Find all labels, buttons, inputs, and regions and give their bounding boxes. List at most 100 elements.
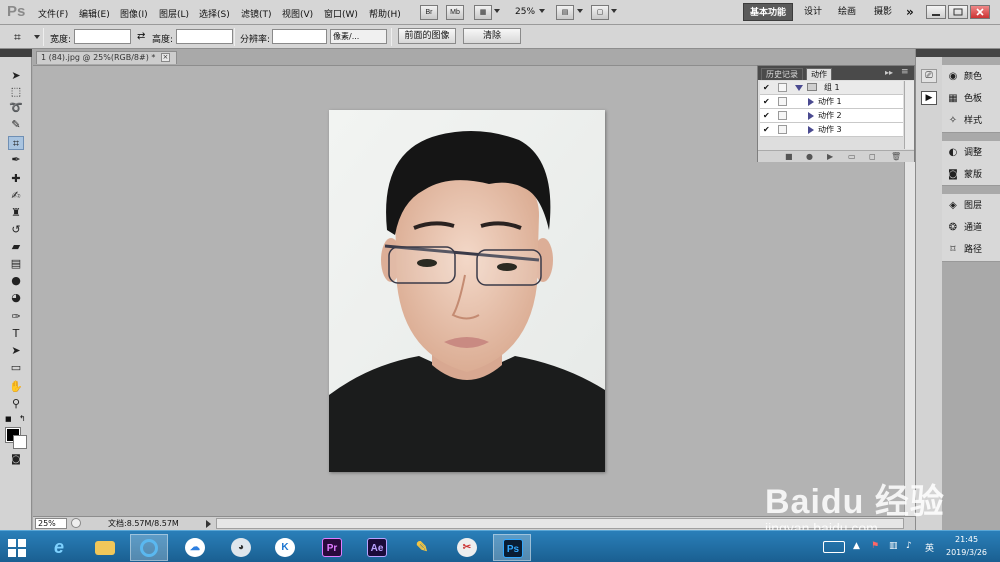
mini-bridge-button[interactable]: Mb [446,5,464,20]
dialog-toggle-box[interactable] [778,125,787,134]
check-icon[interactable]: ✔ [763,83,772,92]
healing-brush-tool-icon[interactable]: ✚ [8,172,24,186]
menu-filter[interactable]: 滤镜(T) [241,7,272,20]
menu-file[interactable]: 文件(F) [38,7,68,20]
panel-menu-icon[interactable]: ≡ [901,67,909,77]
width-input[interactable] [74,29,131,44]
windows-start-icon[interactable] [8,539,26,557]
dock-item-layers[interactable]: ◈ 图层 [947,198,982,214]
brush-tool-icon[interactable]: ✍ [8,189,24,203]
menu-view[interactable]: 视图(V) [282,7,313,20]
shape-tool-icon[interactable]: ▭ [8,361,24,375]
actions-scrollbar[interactable] [904,81,914,149]
dialog-toggle-box[interactable] [778,83,787,92]
taskbar-netdisk[interactable]: ☁ [176,534,214,561]
document-tab[interactable]: 1 (84).jpg @ 25%(RGB/8#) * × [36,51,177,64]
menu-edit[interactable]: 编辑(E) [79,7,110,20]
actions-icon[interactable]: ▶ [921,91,937,105]
check-icon[interactable]: ✔ [763,97,772,106]
chevron-down-icon[interactable] [494,9,500,13]
quick-select-tool-icon[interactable]: ✎ [8,118,24,132]
chevron-down-icon[interactable] [539,9,545,13]
action-row[interactable]: ✔ 动作 3 [760,123,903,137]
workspace-painting[interactable]: 绘画 [832,3,862,21]
dock-item-masks[interactable]: ◙ 蒙版 [947,167,982,183]
status-zoom-field[interactable]: 25% [35,518,67,529]
taskbar-ie[interactable]: e [40,534,78,561]
taskbar-browser[interactable] [130,534,168,561]
taskbar-screenshot[interactable]: ✂ [448,534,486,561]
restore-button[interactable] [948,5,968,19]
menu-help[interactable]: 帮助(H) [369,7,401,20]
new-set-icon[interactable]: ▭ [848,152,856,162]
menu-layer[interactable]: 图层(L) [159,7,189,20]
horizontal-scrollbar[interactable] [216,518,904,529]
view-extras-button[interactable]: ▦ [474,5,492,20]
tab-close-icon[interactable]: × [160,53,170,62]
dock-item-channels[interactable]: ❂ 通道 [947,220,982,236]
crop-tool-icon[interactable]: ⌗ [8,136,24,150]
stop-icon[interactable]: ■ [785,152,793,162]
tab-actions[interactable]: 动作 [806,68,832,80]
check-icon[interactable]: ✔ [763,125,772,134]
crop-tool-preset-icon[interactable]: ⌗ [14,30,21,45]
type-tool-icon[interactable]: T [8,327,24,341]
zoom-level[interactable]: 25% [515,7,535,17]
taskbar-explorer[interactable] [86,534,124,561]
taskbar-photoshop[interactable]: Ps [493,534,531,561]
show-hidden-icons[interactable]: ▲ [853,541,860,551]
height-input[interactable] [176,29,233,44]
bridge-button[interactable]: Br [420,5,438,20]
network-icon[interactable]: ▥ [889,541,898,551]
dialog-toggle-box[interactable] [778,97,787,106]
dock-item-color[interactable]: ◉ 颜色 [947,69,982,85]
workspace-essentials[interactable]: 基本功能 [743,3,794,21]
action-row[interactable]: ✔ 动作 1 [760,95,903,109]
clock-time[interactable]: 21:45 [955,535,978,544]
history-brush-tool-icon[interactable]: ↺ [8,223,24,237]
volume-icon[interactable]: ♪ [906,541,912,551]
menu-image[interactable]: 图像(I) [120,7,148,20]
history-icon[interactable]: ⎚ [921,69,937,83]
check-icon[interactable]: ✔ [763,111,772,120]
close-button[interactable] [970,5,990,19]
panel-grip[interactable] [0,49,32,57]
screen-mode-button[interactable]: ▢ [591,5,609,20]
background-color-swatch[interactable] [13,435,27,449]
status-menu-arrow-icon[interactable] [206,520,211,528]
dock-item-paths[interactable]: ⌑ 路径 [947,242,982,258]
gradient-tool-icon[interactable]: ▤ [8,257,24,271]
panel-grip[interactable] [916,49,943,57]
dodge-tool-icon[interactable]: ◕ [8,291,24,305]
chevron-down-icon[interactable] [34,35,40,39]
clear-button[interactable]: 清除 [463,28,521,44]
workspace-photography[interactable]: 摄影 [868,3,898,21]
delete-icon[interactable]: 🗑 [891,152,901,162]
hand-tool-icon[interactable]: ✋ [8,380,24,394]
marquee-tool-icon[interactable]: ⬚ [8,85,24,99]
swap-colors-icon[interactable]: ↰ [19,414,26,423]
move-tool-icon[interactable]: ➤ [8,69,24,83]
record-icon[interactable]: ● [806,152,813,162]
taskbar-paint[interactable]: ✎ [403,534,441,561]
pen-tool-icon[interactable]: ✑ [8,310,24,324]
clone-stamp-tool-icon[interactable]: ♜ [8,206,24,220]
tab-history[interactable]: 历史记录 [761,68,803,80]
clock-date[interactable]: 2019/3/26 [946,548,987,557]
resolution-input[interactable] [272,29,327,44]
play-icon[interactable]: ▶ [827,152,833,162]
eraser-tool-icon[interactable]: ▰ [8,240,24,254]
new-action-icon[interactable]: ◻ [869,152,876,162]
menu-window[interactable]: 窗口(W) [324,7,358,20]
swap-icon[interactable]: ⇄ [137,31,145,42]
expand-triangle-icon[interactable] [808,126,814,134]
chevron-down-icon[interactable] [577,9,583,13]
more-workspaces-button[interactable]: » [900,3,920,21]
keyboard-icon[interactable] [823,541,845,553]
path-select-tool-icon[interactable]: ➤ [8,344,24,358]
taskbar-k-app[interactable]: K [266,534,304,561]
expand-triangle-icon[interactable] [808,98,814,106]
blur-tool-icon[interactable]: ● [8,274,24,288]
quick-mask-icon[interactable]: ◙ [8,453,24,467]
arrange-documents-button[interactable]: ▤ [556,5,574,20]
